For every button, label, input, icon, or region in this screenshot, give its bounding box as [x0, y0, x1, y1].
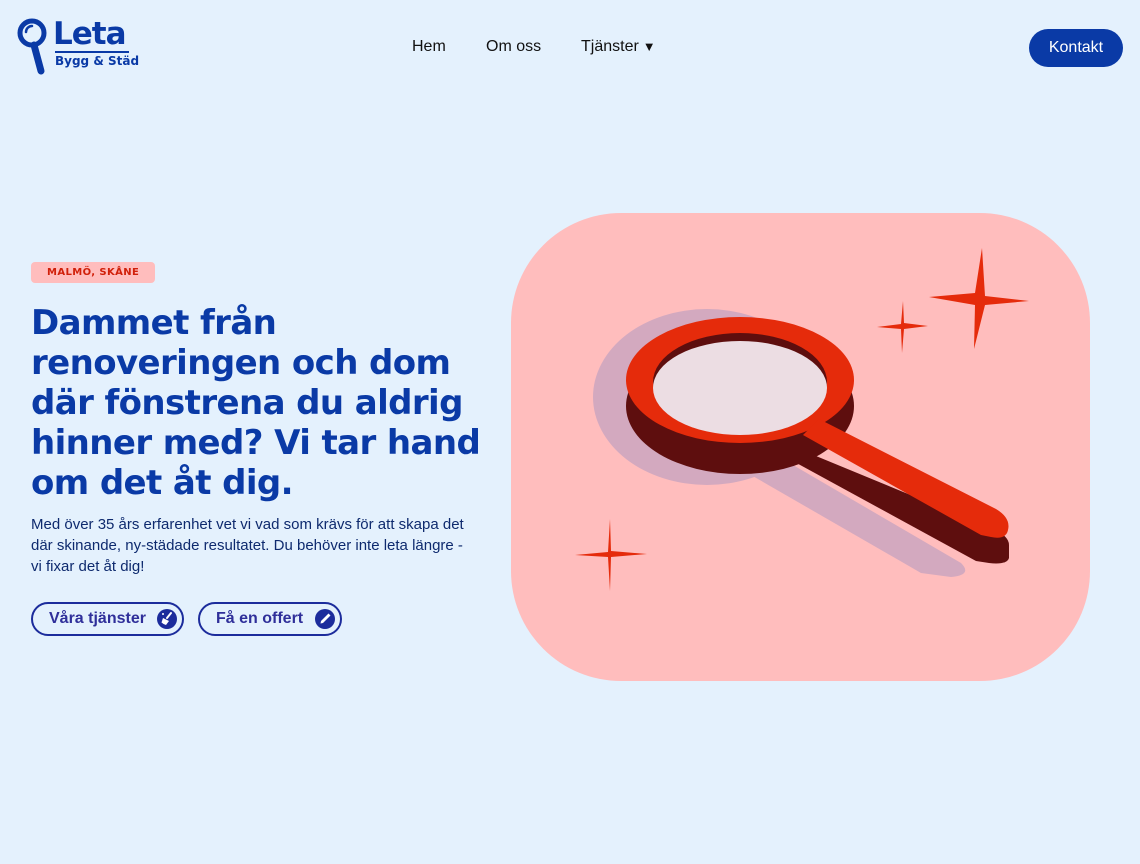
hero-lead: Med över 35 års erfarenhet vet vi vad so… — [31, 516, 464, 575]
magnifying-glass-illustration — [511, 213, 1090, 681]
logo-wordmark: Leta — [53, 16, 127, 52]
contact-button[interactable]: Kontakt — [1029, 29, 1123, 67]
hero-headline: Dammet från renoveringen och dom där fön… — [31, 303, 481, 503]
logo[interactable]: Leta Bygg & Städ — [17, 16, 139, 75]
page: Leta Bygg & Städ Hem Om oss Tjänster ▼ Ko… — [0, 0, 1140, 864]
nav-item-om-oss[interactable]: Om oss — [486, 37, 541, 57]
nav-item-tjanster-label: Tjänster — [581, 38, 639, 55]
logo-divider — [55, 51, 129, 53]
broom-icon — [157, 609, 177, 629]
quote-button-label: Få en offert — [216, 610, 304, 627]
chevron-down-icon: ▼ — [642, 39, 656, 54]
magnifier-logo-icon — [17, 18, 47, 75]
services-button-label: Våra tjänster — [49, 610, 146, 627]
nav-item-hem[interactable]: Hem — [412, 37, 446, 57]
services-button[interactable]: Våra tjänster — [31, 602, 184, 636]
logo-subtitle: Bygg & Städ — [55, 54, 140, 68]
location-badge: MALMÖ, SKÅNE — [31, 262, 156, 283]
pencil-icon — [315, 609, 335, 629]
quote-button[interactable]: Få en offert — [198, 602, 342, 636]
nav-item-tjanster[interactable]: Tjänster ▼ — [581, 37, 656, 57]
